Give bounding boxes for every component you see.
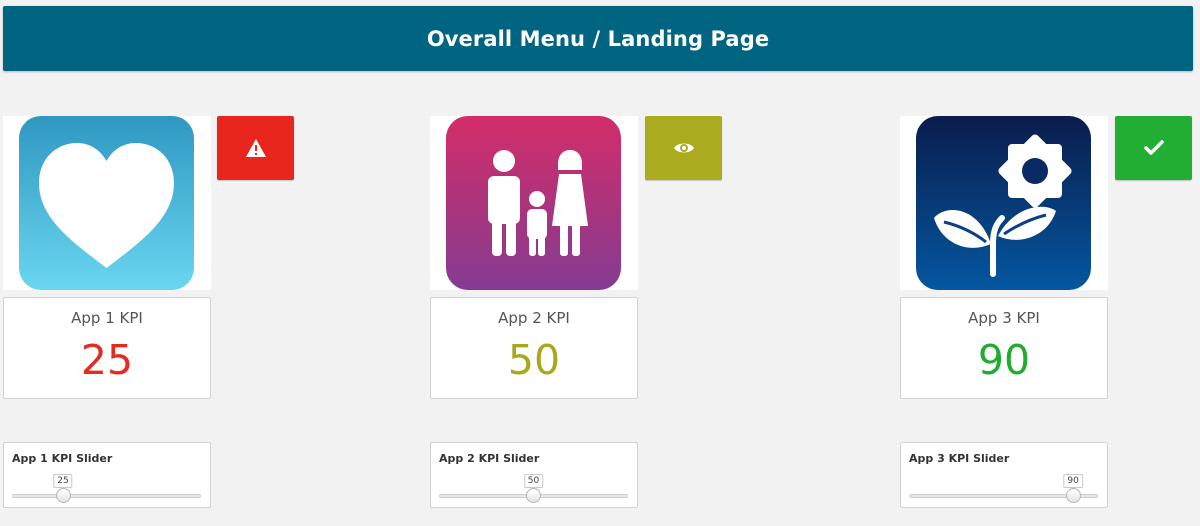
heart-icon[interactable] [19, 116, 194, 290]
page-title: Overall Menu / Landing Page [426, 26, 770, 51]
slider-track[interactable] [12, 494, 201, 498]
slider-value-tooltip: 25 [53, 474, 73, 488]
slider-value-tooltip: 90 [1063, 474, 1083, 488]
plant-sun-icon[interactable] [916, 116, 1091, 290]
family-icon[interactable] [446, 116, 621, 290]
app-3-tile[interactable] [900, 116, 1108, 290]
app-2-kpi-box: App 2 KPI 50 [430, 297, 638, 399]
app-1-kpi-box: App 1 KPI 25 [3, 297, 211, 399]
slider-title: App 2 KPI Slider [439, 452, 540, 465]
app-3-slider-box: App 3 KPI Slider 90 [900, 442, 1108, 508]
slider-handle[interactable] [526, 488, 541, 503]
app-1-tile[interactable] [3, 116, 211, 290]
kpi-label: App 3 KPI [968, 309, 1040, 327]
kpi-value: 25 [80, 336, 134, 384]
kpi-value: 50 [507, 336, 561, 384]
slider-handle[interactable] [1065, 488, 1081, 503]
warning-icon [245, 139, 266, 157]
slider-title: App 3 KPI Slider [909, 452, 1010, 465]
checkmark-icon [1143, 140, 1164, 155]
kpi-label: App 1 KPI [71, 309, 143, 327]
app-1-slider-box: App 1 KPI Slider 25 [3, 442, 211, 508]
page-header: Overall Menu / Landing Page [3, 6, 1193, 71]
app-1-status-button[interactable] [217, 116, 294, 180]
eye-icon [673, 143, 694, 153]
kpi-label: App 2 KPI [498, 309, 570, 327]
kpi-value: 90 [977, 336, 1031, 384]
app-2-tile[interactable] [430, 116, 638, 290]
slider-handle[interactable] [55, 488, 71, 503]
slider-title: App 1 KPI Slider [12, 452, 113, 465]
app-2-status-button[interactable] [645, 116, 722, 180]
slider-value-tooltip: 50 [523, 474, 544, 488]
app-3-status-button[interactable] [1115, 116, 1192, 180]
app-2-slider-box: App 2 KPI Slider 50 [430, 442, 638, 508]
app-3-kpi-box: App 3 KPI 90 [900, 297, 1108, 399]
